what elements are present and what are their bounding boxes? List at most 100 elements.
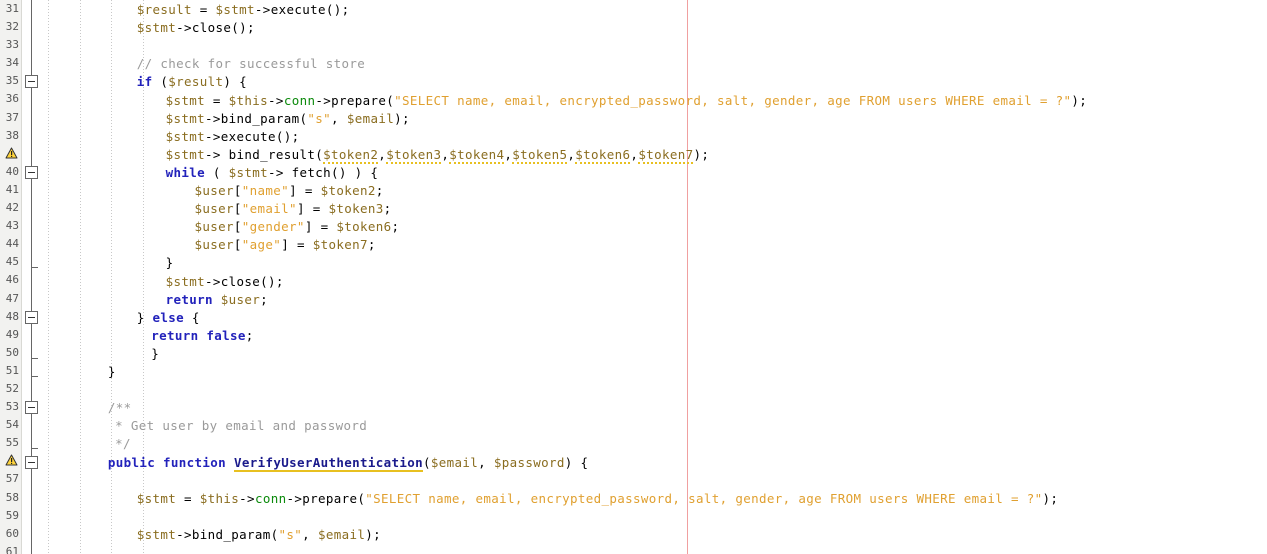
code-token: -> <box>239 490 255 506</box>
code-token: (); <box>325 2 350 17</box>
code-token: -> bind_result( <box>205 146 324 162</box>
code-token: ( <box>205 164 229 180</box>
line-number[interactable]: 61 <box>0 543 22 554</box>
code-token: ) { <box>564 454 589 470</box>
code-token: ( <box>422 454 431 470</box>
code-token: return <box>151 327 199 343</box>
line-number[interactable]: 31 <box>0 0 22 18</box>
code-token: , <box>331 110 347 126</box>
code-token: $stmt <box>165 128 206 144</box>
code-token: "SELECT name, email, encrypted_password,… <box>365 490 1043 506</box>
line-number[interactable]: 43 <box>0 217 22 235</box>
code-token: ); <box>365 526 381 542</box>
code-line[interactable]: } <box>166 254 174 272</box>
code-line[interactable]: $user["name"] = $token2; <box>195 182 384 200</box>
line-number[interactable]: 36 <box>0 90 22 108</box>
line-number-gutter[interactable]: 31 32 33 34 35 36 37 38 40 41 42 43 44 45 46 47 48 49 50 51… <box>0 0 22 554</box>
line-number[interactable]: 49 <box>0 326 22 344</box>
line-number[interactable]: 37 <box>0 109 22 127</box>
line-number[interactable]: 50 <box>0 344 22 362</box>
code-token: ; <box>383 201 392 217</box>
line-number[interactable]: 45 <box>0 253 22 271</box>
code-line[interactable]: $stmt = $this->conn->prepare("SELECT nam… <box>166 92 1088 110</box>
code-token: "age" <box>241 237 282 253</box>
warning-triangle-icon[interactable] <box>0 145 22 163</box>
code-line[interactable]: $stmt = $this->conn->prepare("SELECT nam… <box>137 490 1059 508</box>
code-line[interactable]: $stmt->execute(); <box>166 128 300 146</box>
code-token: "s" <box>278 526 303 542</box>
code-token-warned: $token6 <box>575 146 631 164</box>
code-token: ->execute(); <box>205 128 300 144</box>
code-line[interactable]: } else { <box>137 309 200 327</box>
code-line[interactable]: $stmt->bind_param("s", $email); <box>166 110 410 128</box>
code-line[interactable]: /** <box>108 399 132 417</box>
code-token: $user <box>194 201 234 217</box>
code-token: [ <box>233 237 242 253</box>
code-token: = <box>205 92 229 108</box>
code-line[interactable]: $user["age"] = $token7; <box>195 236 376 254</box>
code-line[interactable]: } <box>151 345 159 363</box>
code-line[interactable]: return $user; <box>166 291 268 309</box>
line-number[interactable]: 60 <box>0 525 22 543</box>
line-number[interactable]: 51 <box>0 362 22 380</box>
line-number[interactable]: 34 <box>0 54 22 72</box>
code-line[interactable]: $stmt->bind_param("s", $email); <box>137 526 381 544</box>
code-line[interactable]: public function VerifyUserAuthentication… <box>108 454 589 472</box>
code-token: $email <box>317 526 366 542</box>
code-token: ; <box>391 219 400 235</box>
line-number[interactable]: 33 <box>0 36 22 54</box>
code-token-warned: $token4 <box>449 146 505 164</box>
line-number[interactable]: 58 <box>0 489 22 507</box>
code-token: -> <box>254 2 271 17</box>
code-line[interactable]: return false; <box>151 327 253 345</box>
code-token: "name" <box>241 183 290 198</box>
code-token: ); <box>1042 490 1059 506</box>
code-token: , <box>302 526 318 542</box>
line-number[interactable]: 42 <box>0 199 22 217</box>
code-token: } <box>107 364 116 379</box>
code-line[interactable]: $stmt->close(); <box>137 19 255 37</box>
code-token: = <box>176 490 200 506</box>
line-number[interactable]: 44 <box>0 235 22 253</box>
code-line[interactable]: $user["gender"] = $token6; <box>195 218 400 236</box>
code-line[interactable]: * Get user by email and password <box>115 417 367 435</box>
line-number[interactable]: 38 <box>0 127 22 145</box>
code-token: } <box>136 309 153 325</box>
code-token: $stmt <box>165 273 206 289</box>
line-number[interactable]: 40 <box>0 163 22 181</box>
code-token: "SELECT name, email, encrypted_password,… <box>394 92 1072 108</box>
code-token-warned: $token5 <box>512 146 568 164</box>
code-line[interactable]: while ( $stmt-> fetch() ) { <box>166 164 379 182</box>
code-token: } <box>151 345 160 361</box>
code-token-warned: $token7 <box>638 146 694 164</box>
line-number[interactable]: 48 <box>0 308 22 326</box>
code-line[interactable]: */ <box>115 435 131 453</box>
code-editor[interactable]: $result = $stmt->execute(); $stmt->close(… <box>0 0 1267 554</box>
code-token: public <box>107 454 156 470</box>
line-number[interactable]: 46 <box>0 271 22 289</box>
line-number[interactable]: 41 <box>0 181 22 199</box>
code-line[interactable]: $user["email"] = $token3; <box>195 200 392 218</box>
line-number[interactable]: 57 <box>0 470 22 488</box>
code-line[interactable]: $stmt-> bind_result($token2,$token3,$tok… <box>166 146 710 164</box>
code-token: ->bind_param( <box>205 110 308 126</box>
line-number[interactable]: 35 <box>0 72 22 90</box>
code-text-area[interactable]: $result = $stmt->execute(); $stmt->close(… <box>0 0 1267 554</box>
code-line[interactable]: } <box>108 363 116 381</box>
line-number[interactable]: 59 <box>0 507 22 525</box>
code-token: ( <box>152 74 169 90</box>
code-token: } <box>165 255 174 271</box>
line-number[interactable]: 53 <box>0 398 22 416</box>
code-line[interactable]: $stmt->close(); <box>166 273 284 291</box>
code-line[interactable]: $result = $stmt->execute(); <box>137 1 350 19</box>
warning-triangle-icon[interactable] <box>0 452 22 470</box>
line-number[interactable]: 55 <box>0 434 22 452</box>
code-token: $user <box>194 237 234 253</box>
code-line[interactable]: if ($result) { <box>137 73 247 91</box>
line-number[interactable]: 47 <box>0 290 22 308</box>
line-number[interactable]: 32 <box>0 18 22 36</box>
line-number[interactable]: 52 <box>0 380 22 398</box>
code-line[interactable]: // check for successful store <box>137 55 365 73</box>
line-number[interactable]: 54 <box>0 416 22 434</box>
